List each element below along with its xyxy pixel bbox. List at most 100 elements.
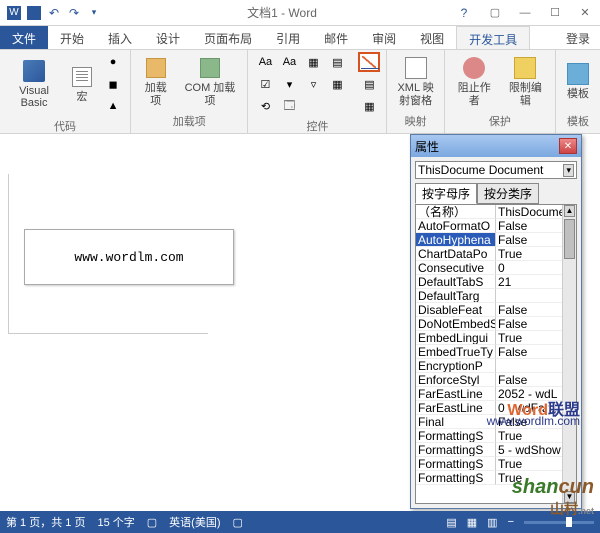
tab-developer[interactable]: 开发工具 — [456, 26, 530, 49]
property-row[interactable]: FormattingSTrue — [416, 457, 562, 471]
undo-icon[interactable]: ↶ — [46, 5, 62, 21]
property-value[interactable] — [496, 359, 562, 373]
property-row[interactable]: DefaultTarg — [416, 289, 562, 303]
properties-tab-categorized[interactable]: 按分类序 — [477, 183, 539, 204]
property-value[interactable]: False — [496, 317, 562, 331]
status-proofing-icon[interactable]: ▢ — [147, 516, 157, 529]
legacy-tools-icon[interactable]: 🗔 — [278, 96, 300, 116]
macros-button[interactable]: 宏 — [66, 63, 98, 105]
qat-customize-icon[interactable]: ▾ — [86, 5, 102, 21]
addins-button[interactable]: 加载项 — [137, 54, 174, 108]
scroll-up-icon[interactable]: ▲ — [564, 205, 575, 217]
property-value[interactable]: False — [496, 345, 562, 359]
property-value[interactable]: 5 - wdShow — [496, 443, 562, 457]
tab-mailings[interactable]: 邮件 — [312, 26, 360, 49]
macro-security-icon[interactable]: ▲ — [102, 96, 124, 116]
chevron-down-icon[interactable]: ▾ — [563, 164, 574, 177]
date-picker-control-icon[interactable]: ▦ — [326, 74, 348, 94]
tab-home[interactable]: 开始 — [48, 26, 96, 49]
status-record-icon[interactable]: ▢ — [233, 516, 243, 529]
property-value[interactable]: ThisDocume — [496, 205, 562, 219]
tab-references[interactable]: 引用 — [264, 26, 312, 49]
properties-object-selector[interactable]: ThisDocume Document ▾ — [415, 161, 577, 179]
property-name: Consecutive — [416, 261, 496, 275]
property-row[interactable]: DoNotEmbedSFalse — [416, 317, 562, 331]
close-button[interactable]: ✕ — [570, 2, 600, 24]
property-value[interactable]: False — [496, 373, 562, 387]
status-word-count[interactable]: 15 个字 — [97, 514, 134, 530]
properties-button[interactable]: ▤ — [358, 74, 380, 94]
property-row[interactable]: ChartDataPoTrue — [416, 247, 562, 261]
property-value[interactable]: True — [496, 429, 562, 443]
property-value[interactable]: False — [496, 303, 562, 317]
property-row[interactable]: AutoHyphenaFalse — [416, 233, 562, 247]
document-area[interactable]: www.wordlm.com 属性 ✕ ThisDocume Document … — [0, 134, 600, 509]
view-read-mode-icon[interactable]: ▤ — [446, 516, 456, 529]
property-row[interactable]: EmbedTrueTyFalse — [416, 345, 562, 359]
property-row[interactable]: DisableFeatFalse — [416, 303, 562, 317]
property-row[interactable]: FormattingS5 - wdShow — [416, 443, 562, 457]
restrict-editing-button[interactable]: 限制编辑 — [502, 54, 549, 108]
property-row[interactable]: Consecutive0 — [416, 261, 562, 275]
rich-text-control-icon[interactable]: Aa — [254, 52, 276, 72]
xml-mapping-button[interactable]: XML 映 射窗格 — [393, 54, 437, 108]
property-value[interactable]: True — [496, 331, 562, 345]
tab-design[interactable]: 设计 — [144, 26, 192, 49]
tab-insert[interactable]: 插入 — [96, 26, 144, 49]
help-icon[interactable]: ? — [456, 5, 472, 21]
tab-review[interactable]: 审阅 — [360, 26, 408, 49]
building-block-control-icon[interactable]: ▤ — [326, 52, 348, 72]
document-textbox[interactable]: www.wordlm.com — [24, 229, 234, 285]
property-row[interactable]: EnforceStylFalse — [416, 373, 562, 387]
property-row[interactable]: EncryptionP — [416, 359, 562, 373]
property-value[interactable]: 0 — [496, 261, 562, 275]
design-mode-button[interactable] — [358, 52, 380, 72]
property-row[interactable]: （名称）ThisDocume — [416, 205, 562, 219]
ribbon-tabs: 文件 开始 插入 设计 页面布局 引用 邮件 审阅 视图 开发工具 登录 — [0, 26, 600, 50]
document-template-button[interactable]: 模板 — [562, 60, 594, 102]
tab-layout[interactable]: 页面布局 — [192, 26, 264, 49]
pause-recording-icon[interactable]: ◼ — [102, 74, 124, 94]
picture-control-icon[interactable]: ▦ — [302, 52, 324, 72]
property-value[interactable]: False — [496, 219, 562, 233]
status-page[interactable]: 第 1 页，共 1 页 — [6, 514, 85, 530]
property-value[interactable]: False — [496, 233, 562, 247]
properties-titlebar[interactable]: 属性 ✕ — [411, 135, 581, 157]
property-value[interactable]: True — [496, 247, 562, 261]
block-authors-button[interactable]: 阻止作者 — [451, 54, 498, 108]
record-macro-icon[interactable]: ● — [102, 52, 124, 72]
property-value[interactable]: True — [496, 457, 562, 471]
view-web-layout-icon[interactable]: ▥ — [487, 516, 497, 529]
login-link[interactable]: 登录 — [556, 26, 600, 49]
tab-view[interactable]: 视图 — [408, 26, 456, 49]
property-row[interactable]: DefaultTabS21 — [416, 275, 562, 289]
group-control-icon[interactable]: ▦ — [358, 96, 380, 116]
property-row[interactable]: FormattingSTrue — [416, 429, 562, 443]
tab-file[interactable]: 文件 — [0, 26, 48, 49]
properties-scrollbar[interactable]: ▲ ▼ — [562, 205, 576, 503]
maximize-button[interactable]: ☐ — [540, 2, 570, 24]
scroll-thumb[interactable] — [564, 219, 575, 259]
property-name: AutoFormatO — [416, 219, 496, 233]
property-row[interactable]: AutoFormatOFalse — [416, 219, 562, 233]
minimize-button[interactable]: — — [510, 2, 540, 24]
zoom-slider[interactable] — [524, 521, 594, 524]
property-value[interactable] — [496, 289, 562, 303]
status-language[interactable]: 英语(美国) — [169, 514, 220, 530]
property-value[interactable]: 21 — [496, 275, 562, 289]
checkbox-control-icon[interactable]: ☑ — [254, 74, 276, 94]
property-row[interactable]: EmbedLinguiTrue — [416, 331, 562, 345]
view-print-layout-icon[interactable]: ▦ — [467, 516, 477, 529]
plain-text-control-icon[interactable]: Aa — [278, 52, 300, 72]
save-icon[interactable] — [26, 5, 42, 21]
com-addins-button[interactable]: COM 加载项 — [178, 54, 241, 108]
ribbon-options-icon[interactable]: ▢ — [480, 2, 510, 24]
repeating-section-control-icon[interactable]: ⟲ — [254, 96, 276, 116]
dropdown-control-icon[interactable]: ▿ — [302, 74, 324, 94]
properties-tab-alphabetic[interactable]: 按字母序 — [415, 183, 477, 204]
visual-basic-button[interactable]: Visual Basic — [6, 57, 62, 111]
combobox-control-icon[interactable]: ▾ — [278, 74, 300, 94]
redo-icon[interactable]: ↷ — [66, 5, 82, 21]
property-name: EmbedLingui — [416, 331, 496, 345]
properties-close-button[interactable]: ✕ — [559, 138, 577, 154]
